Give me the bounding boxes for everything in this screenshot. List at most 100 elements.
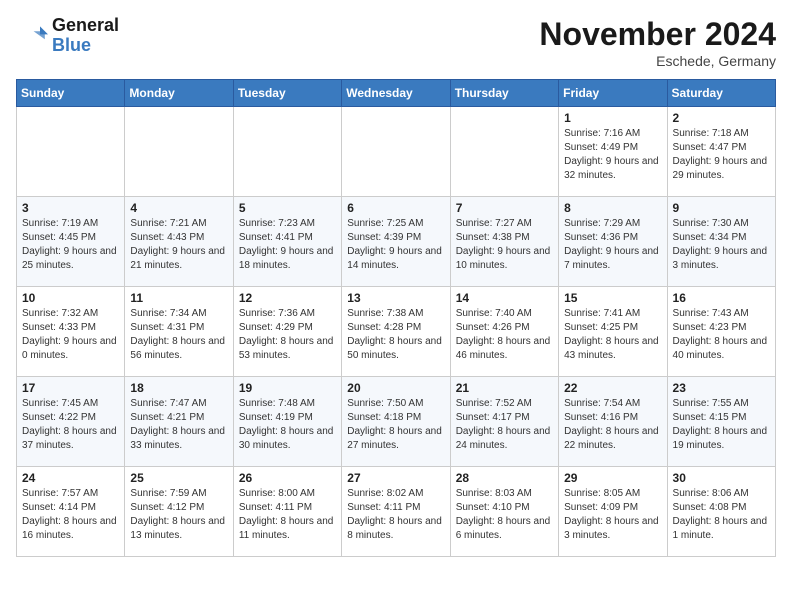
day-info: Sunrise: 7:59 AM Sunset: 4:12 PM Dayligh… <box>130 487 227 543</box>
calendar-cell: 26 Sunrise: 8:00 AM Sunset: 4:11 PM Dayli… <box>233 467 341 557</box>
day-number: 3 <box>22 201 119 215</box>
day-number: 1 <box>564 111 661 125</box>
location: Eschede, Germany <box>539 53 776 69</box>
weekday-header-row: SundayMondayTuesdayWednesdayThursdayFrid… <box>17 80 776 107</box>
logo: General Blue <box>16 16 119 56</box>
calendar-cell: 2 Sunrise: 7:18 AM Sunset: 4:47 PM Daylig… <box>667 107 775 197</box>
calendar-cell <box>17 107 125 197</box>
day-number: 5 <box>239 201 336 215</box>
day-info: Sunrise: 7:18 AM Sunset: 4:47 PM Dayligh… <box>673 127 770 183</box>
calendar-week-row: 3 Sunrise: 7:19 AM Sunset: 4:45 PM Daylig… <box>17 197 776 287</box>
calendar-cell: 14 Sunrise: 7:40 AM Sunset: 4:26 PM Dayli… <box>450 287 558 377</box>
calendar-cell: 29 Sunrise: 8:05 AM Sunset: 4:09 PM Dayli… <box>559 467 667 557</box>
calendar-cell: 28Sunrise: 8:03 AM Sunset: 4:10 PM Dayli… <box>450 467 558 557</box>
day-info: Sunrise: 7:48 AM Sunset: 4:19 PM Dayligh… <box>239 397 336 453</box>
day-number: 28 <box>456 471 553 485</box>
day-info: Sunrise: 7:21 AM Sunset: 4:43 PM Dayligh… <box>130 217 227 273</box>
page-header: General Blue November 2024 Eschede, Germ… <box>16 16 776 69</box>
day-info: Sunrise: 7:54 AM Sunset: 4:16 PM Dayligh… <box>564 397 661 453</box>
weekday-header-thursday: Thursday <box>450 80 558 107</box>
calendar-cell: 23 Sunrise: 7:55 AM Sunset: 4:15 PM Dayli… <box>667 377 775 467</box>
day-number: 17 <box>22 381 119 395</box>
calendar-table: SundayMondayTuesdayWednesdayThursdayFrid… <box>16 79 776 557</box>
day-info: Sunrise: 7:43 AM Sunset: 4:23 PM Dayligh… <box>673 307 770 363</box>
calendar-cell: 7 Sunrise: 7:27 AM Sunset: 4:38 PM Daylig… <box>450 197 558 287</box>
weekday-header-monday: Monday <box>125 80 233 107</box>
calendar-cell: 17Sunrise: 7:45 AM Sunset: 4:22 PM Dayli… <box>17 377 125 467</box>
day-info: Sunrise: 7:41 AM Sunset: 4:25 PM Dayligh… <box>564 307 661 363</box>
weekday-header-tuesday: Tuesday <box>233 80 341 107</box>
day-number: 23 <box>673 381 770 395</box>
calendar-cell: 19 Sunrise: 7:48 AM Sunset: 4:19 PM Dayli… <box>233 377 341 467</box>
day-number: 15 <box>564 291 661 305</box>
calendar-cell: 12 Sunrise: 7:36 AM Sunset: 4:29 PM Dayli… <box>233 287 341 377</box>
calendar-cell: 21 Sunrise: 7:52 AM Sunset: 4:17 PM Dayli… <box>450 377 558 467</box>
day-number: 9 <box>673 201 770 215</box>
calendar-cell: 25 Sunrise: 7:59 AM Sunset: 4:12 PM Dayli… <box>125 467 233 557</box>
month-title: November 2024 <box>539 16 776 53</box>
calendar-cell: 20 Sunrise: 7:50 AM Sunset: 4:18 PM Dayli… <box>342 377 450 467</box>
day-info: Sunrise: 7:25 AM Sunset: 4:39 PM Dayligh… <box>347 217 444 273</box>
calendar-cell: 18 Sunrise: 7:47 AM Sunset: 4:21 PM Dayli… <box>125 377 233 467</box>
calendar-cell: 24Sunrise: 7:57 AM Sunset: 4:14 PM Dayli… <box>17 467 125 557</box>
day-number: 30 <box>673 471 770 485</box>
day-number: 26 <box>239 471 336 485</box>
day-number: 18 <box>130 381 227 395</box>
day-info: Sunrise: 7:19 AM Sunset: 4:45 PM Dayligh… <box>22 217 119 273</box>
calendar-cell: 11Sunrise: 7:34 AM Sunset: 4:31 PM Dayli… <box>125 287 233 377</box>
day-number: 12 <box>239 291 336 305</box>
day-info: Sunrise: 8:02 AM Sunset: 4:11 PM Dayligh… <box>347 487 444 543</box>
calendar-cell: 15 Sunrise: 7:41 AM Sunset: 4:25 PM Dayli… <box>559 287 667 377</box>
calendar-cell: 3 Sunrise: 7:19 AM Sunset: 4:45 PM Daylig… <box>17 197 125 287</box>
day-number: 2 <box>673 111 770 125</box>
day-info: Sunrise: 8:05 AM Sunset: 4:09 PM Dayligh… <box>564 487 661 543</box>
day-info: Sunrise: 7:32 AM Sunset: 4:33 PM Dayligh… <box>22 307 119 363</box>
day-number: 7 <box>456 201 553 215</box>
calendar-cell: 1Sunrise: 7:16 AM Sunset: 4:49 PM Daylig… <box>559 107 667 197</box>
calendar-cell: 13 Sunrise: 7:38 AM Sunset: 4:28 PM Dayli… <box>342 287 450 377</box>
day-info: Sunrise: 7:57 AM Sunset: 4:14 PM Dayligh… <box>22 487 119 543</box>
day-number: 27 <box>347 471 444 485</box>
day-info: Sunrise: 7:40 AM Sunset: 4:26 PM Dayligh… <box>456 307 553 363</box>
calendar-cell: 16 Sunrise: 7:43 AM Sunset: 4:23 PM Dayli… <box>667 287 775 377</box>
day-info: Sunrise: 7:27 AM Sunset: 4:38 PM Dayligh… <box>456 217 553 273</box>
day-info: Sunrise: 7:47 AM Sunset: 4:21 PM Dayligh… <box>130 397 227 453</box>
calendar-cell: 5 Sunrise: 7:23 AM Sunset: 4:41 PM Daylig… <box>233 197 341 287</box>
day-info: Sunrise: 7:50 AM Sunset: 4:18 PM Dayligh… <box>347 397 444 453</box>
day-number: 16 <box>673 291 770 305</box>
calendar-cell <box>233 107 341 197</box>
logo-icon <box>16 20 48 52</box>
calendar-cell: 27 Sunrise: 8:02 AM Sunset: 4:11 PM Dayli… <box>342 467 450 557</box>
day-number: 4 <box>130 201 227 215</box>
title-block: November 2024 Eschede, Germany <box>539 16 776 69</box>
day-info: Sunrise: 8:00 AM Sunset: 4:11 PM Dayligh… <box>239 487 336 543</box>
calendar-cell: 9 Sunrise: 7:30 AM Sunset: 4:34 PM Daylig… <box>667 197 775 287</box>
calendar-cell <box>125 107 233 197</box>
calendar-cell: 30 Sunrise: 8:06 AM Sunset: 4:08 PM Dayli… <box>667 467 775 557</box>
calendar-cell: 10 Sunrise: 7:32 AM Sunset: 4:33 PM Dayli… <box>17 287 125 377</box>
day-info: Sunrise: 7:36 AM Sunset: 4:29 PM Dayligh… <box>239 307 336 363</box>
weekday-header-wednesday: Wednesday <box>342 80 450 107</box>
day-number: 20 <box>347 381 444 395</box>
day-number: 6 <box>347 201 444 215</box>
day-number: 29 <box>564 471 661 485</box>
day-info: Sunrise: 7:30 AM Sunset: 4:34 PM Dayligh… <box>673 217 770 273</box>
day-info: Sunrise: 7:38 AM Sunset: 4:28 PM Dayligh… <box>347 307 444 363</box>
weekday-header-sunday: Sunday <box>17 80 125 107</box>
calendar-week-row: 17Sunrise: 7:45 AM Sunset: 4:22 PM Dayli… <box>17 377 776 467</box>
day-number: 10 <box>22 291 119 305</box>
calendar-week-row: 10 Sunrise: 7:32 AM Sunset: 4:33 PM Dayli… <box>17 287 776 377</box>
day-info: Sunrise: 7:23 AM Sunset: 4:41 PM Dayligh… <box>239 217 336 273</box>
day-number: 14 <box>456 291 553 305</box>
weekday-header-saturday: Saturday <box>667 80 775 107</box>
calendar-cell <box>450 107 558 197</box>
day-number: 13 <box>347 291 444 305</box>
day-number: 25 <box>130 471 227 485</box>
day-number: 19 <box>239 381 336 395</box>
day-info: Sunrise: 8:06 AM Sunset: 4:08 PM Dayligh… <box>673 487 770 543</box>
day-number: 21 <box>456 381 553 395</box>
calendar-week-row: 1Sunrise: 7:16 AM Sunset: 4:49 PM Daylig… <box>17 107 776 197</box>
day-info: Sunrise: 7:52 AM Sunset: 4:17 PM Dayligh… <box>456 397 553 453</box>
day-info: Sunrise: 7:55 AM Sunset: 4:15 PM Dayligh… <box>673 397 770 453</box>
day-number: 11 <box>130 291 227 305</box>
